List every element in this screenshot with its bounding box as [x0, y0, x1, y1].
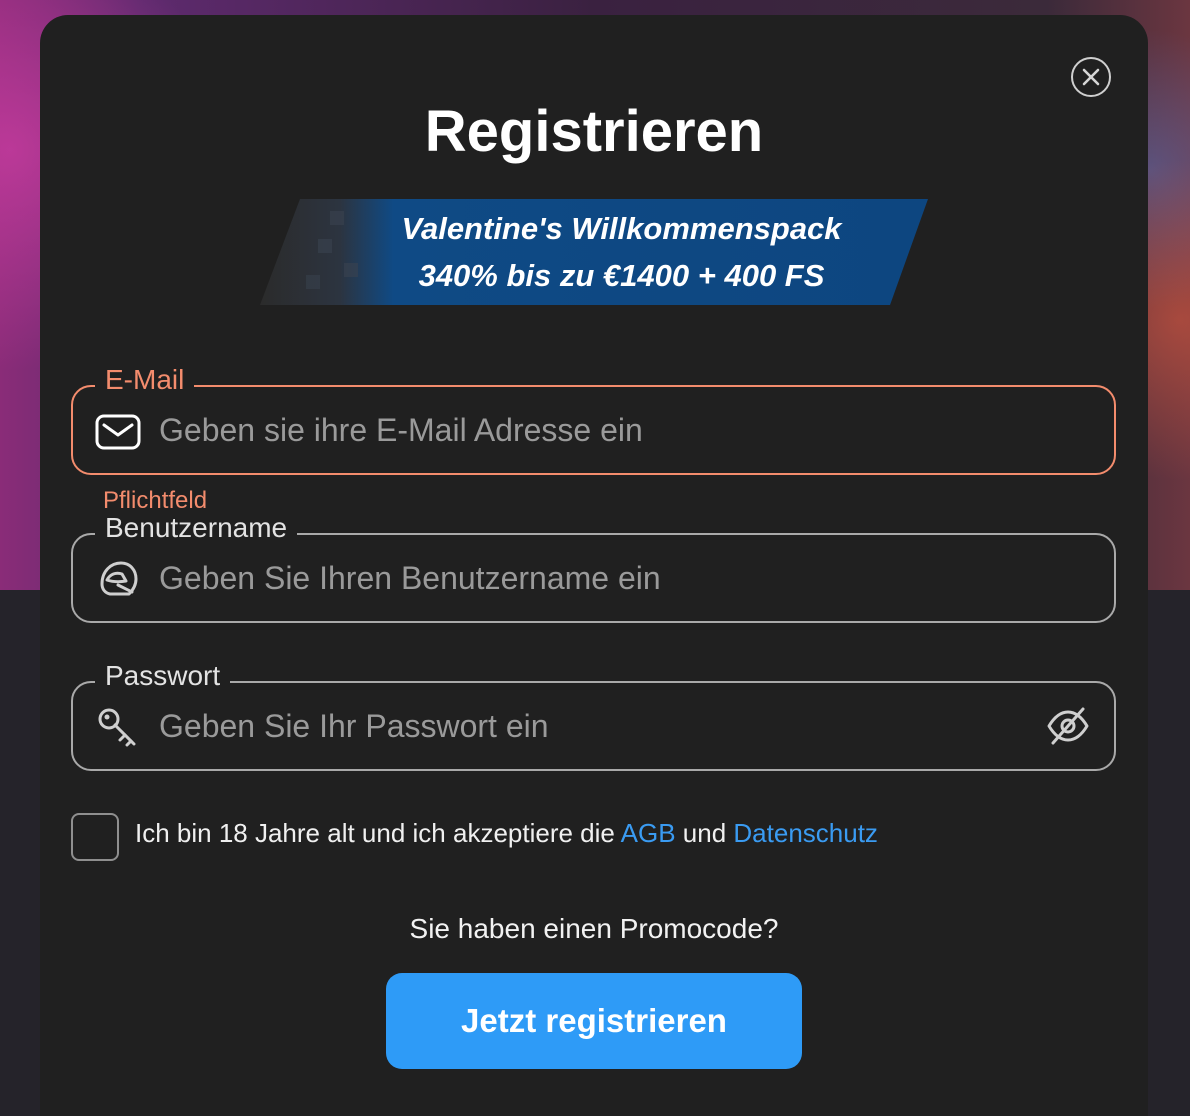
email-field: E-Mail — [71, 362, 1116, 475]
promo-banner: Valentine's Willkommenspack 340% bis zu … — [260, 199, 928, 305]
email-input[interactable] — [159, 387, 1019, 473]
key-icon — [95, 705, 141, 751]
age-terms-checkbox[interactable] — [71, 813, 119, 861]
agb-link[interactable]: AGB — [621, 818, 676, 848]
username-field: Benutzername — [71, 510, 1116, 623]
promo-code-toggle[interactable]: Sie haben einen Promocode? — [40, 910, 1148, 948]
registration-modal: Registrieren Valentine's Willkommenspack… — [40, 15, 1148, 1116]
terms-text-before: Ich bin 18 Jahre alt und ich akzeptiere … — [135, 818, 621, 848]
register-button[interactable]: Jetzt registrieren — [386, 973, 802, 1069]
password-field: Passwort — [71, 658, 1116, 771]
password-input[interactable] — [159, 683, 1019, 769]
eye-off-icon — [1047, 707, 1089, 745]
terms-text-middle: und — [675, 818, 734, 848]
helmet-icon — [95, 557, 141, 603]
username-input[interactable] — [159, 535, 1019, 621]
envelope-icon — [95, 409, 141, 455]
password-visibility-toggle[interactable] — [1046, 706, 1090, 746]
modal-title: Registrieren — [424, 99, 764, 164]
banner-text: Valentine's Willkommenspack 340% bis zu … — [260, 199, 928, 299]
banner-line-2: 340% bis zu €1400 + 400 FS — [418, 258, 825, 293]
terms-text: Ich bin 18 Jahre alt und ich akzeptiere … — [135, 815, 878, 851]
close-button[interactable] — [1071, 57, 1111, 97]
banner-line-1: Valentine's Willkommenspack — [401, 211, 842, 246]
close-icon — [1082, 68, 1100, 86]
privacy-link[interactable]: Datenschutz — [733, 818, 878, 848]
